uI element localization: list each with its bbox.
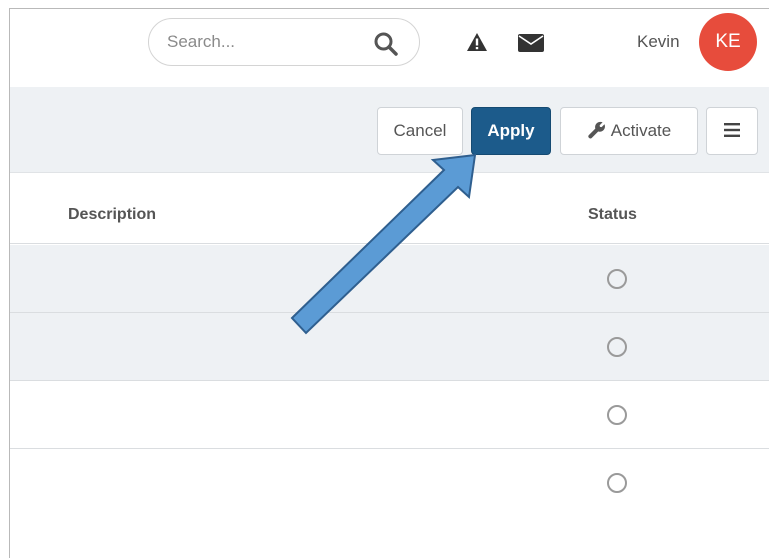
search-input[interactable] bbox=[167, 29, 357, 55]
column-header-description[interactable]: Description bbox=[68, 206, 156, 224]
table-row[interactable] bbox=[10, 381, 769, 449]
menu-button[interactable] bbox=[706, 107, 758, 155]
column-header-status[interactable]: Status bbox=[588, 206, 637, 224]
apply-button[interactable]: Apply bbox=[471, 107, 551, 155]
activate-label: Activate bbox=[610, 121, 672, 140]
table-row[interactable] bbox=[10, 313, 769, 381]
app-window: Kevin KE Cancel Apply Activate Descripti… bbox=[9, 8, 769, 558]
avatar[interactable]: KE bbox=[699, 13, 757, 71]
user-name[interactable]: Kevin bbox=[637, 32, 680, 52]
search-icon[interactable] bbox=[373, 31, 399, 57]
action-toolbar: Cancel Apply Activate bbox=[10, 87, 769, 173]
mail-icon[interactable] bbox=[518, 34, 544, 52]
cancel-button[interactable]: Cancel bbox=[377, 107, 463, 155]
hamburger-menu-icon bbox=[724, 123, 740, 138]
activate-button[interactable]: Activate bbox=[560, 107, 698, 155]
status-radio[interactable] bbox=[607, 269, 627, 289]
status-radio[interactable] bbox=[607, 473, 627, 493]
warning-icon[interactable] bbox=[466, 32, 488, 52]
top-bar: Kevin KE bbox=[10, 9, 769, 87]
status-radio[interactable] bbox=[607, 405, 627, 425]
wrench-icon bbox=[588, 121, 605, 139]
search-box[interactable] bbox=[148, 18, 420, 66]
table-row[interactable] bbox=[10, 245, 769, 313]
table-row[interactable] bbox=[10, 449, 769, 517]
status-radio[interactable] bbox=[607, 337, 627, 357]
table-header: Description Status bbox=[10, 173, 769, 244]
